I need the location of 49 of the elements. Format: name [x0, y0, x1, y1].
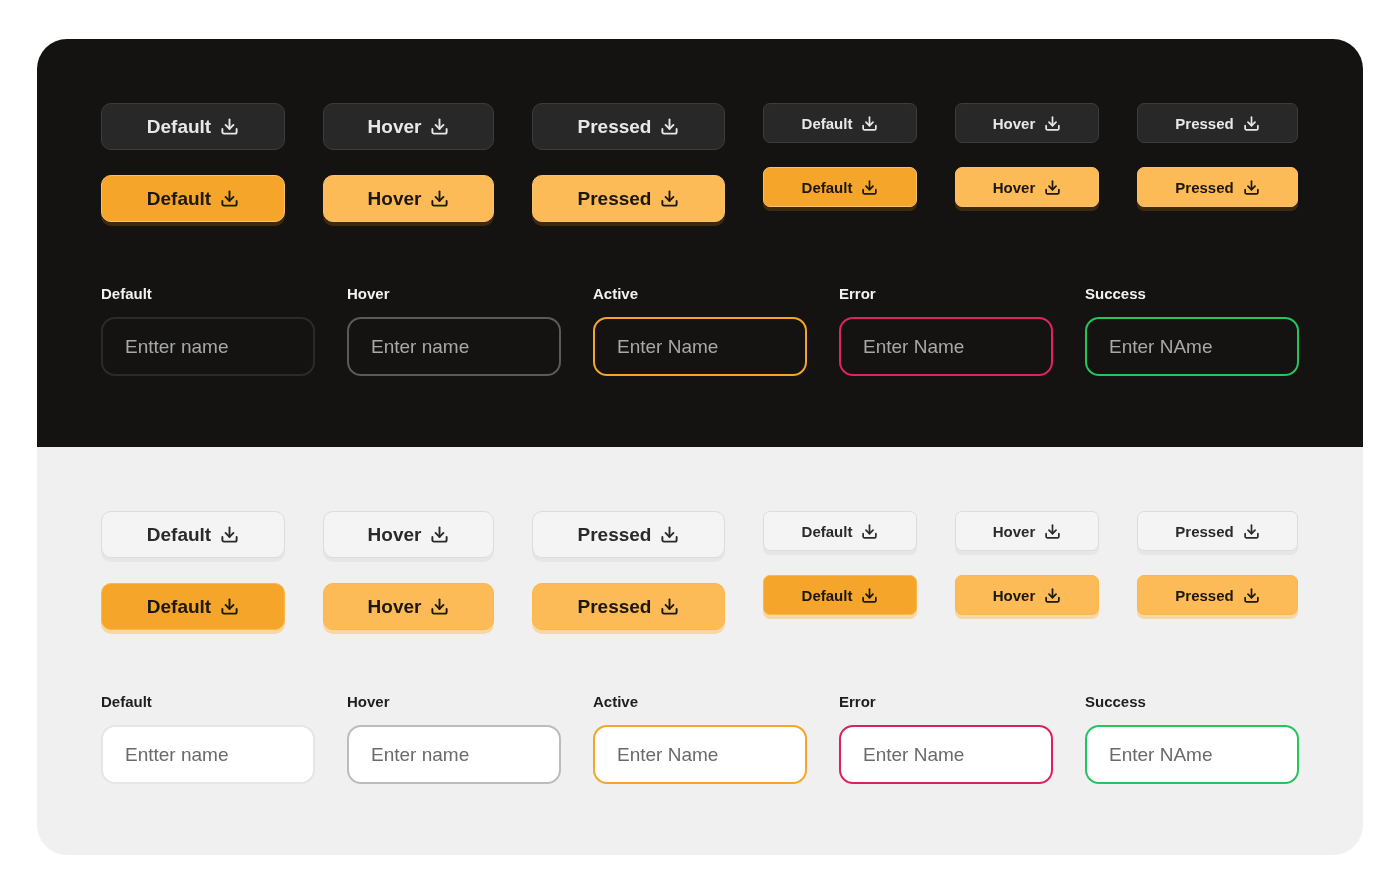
download-icon — [430, 525, 450, 544]
field-label: Active — [593, 693, 640, 710]
download-icon — [1044, 522, 1062, 540]
field-label: Hover — [347, 693, 391, 710]
name-input-field[interactable]: Enter Name — [839, 725, 1053, 784]
download-button[interactable]: Hover — [955, 103, 1099, 143]
field-label: Success — [1085, 693, 1147, 710]
field-label: Success — [1085, 285, 1147, 302]
download-icon — [861, 522, 879, 540]
download-icon — [1044, 586, 1062, 604]
download-icon — [1242, 586, 1260, 604]
name-input-field[interactable]: Enter NAme — [1085, 317, 1299, 376]
download-icon — [660, 189, 680, 208]
name-input-field[interactable]: Enter NAme — [1085, 725, 1299, 784]
download-icon — [660, 525, 680, 544]
name-input-field[interactable]: Enter Name — [593, 317, 807, 376]
download-icon — [1044, 114, 1062, 132]
download-button[interactable]: Default — [763, 103, 917, 143]
field-label: Default — [101, 285, 153, 302]
download-icon — [1242, 522, 1260, 540]
download-button[interactable]: Default — [101, 103, 285, 150]
name-input-field[interactable]: Entter name — [101, 317, 315, 376]
download-icon — [861, 178, 879, 196]
field-label: Error — [839, 285, 877, 302]
download-icon — [220, 525, 240, 544]
field-label: Hover — [347, 285, 391, 302]
download-icon — [430, 189, 450, 208]
download-icon — [220, 597, 240, 616]
name-input-field[interactable]: Enter Name — [593, 725, 807, 784]
name-input-field[interactable]: Enter name — [347, 317, 561, 376]
download-icon — [660, 597, 680, 616]
name-input-field[interactable]: Enter name — [347, 725, 561, 784]
field-label: Error — [839, 693, 877, 710]
download-icon — [1242, 178, 1260, 196]
name-input-field[interactable]: Enter Name — [839, 317, 1053, 376]
download-icon — [1242, 114, 1260, 132]
download-button[interactable]: Pressed — [1137, 103, 1298, 143]
download-button[interactable]: Pressed — [532, 103, 725, 150]
download-icon — [660, 117, 680, 136]
field-label: Default — [101, 693, 153, 710]
download-icon — [430, 117, 450, 136]
download-icon — [1044, 178, 1062, 196]
download-icon — [861, 586, 879, 604]
field-label: Active — [593, 285, 640, 302]
download-icon — [220, 189, 240, 208]
download-icon — [220, 117, 240, 136]
download-icon — [430, 597, 450, 616]
download-button[interactable]: Hover — [323, 103, 494, 150]
download-icon — [861, 114, 879, 132]
